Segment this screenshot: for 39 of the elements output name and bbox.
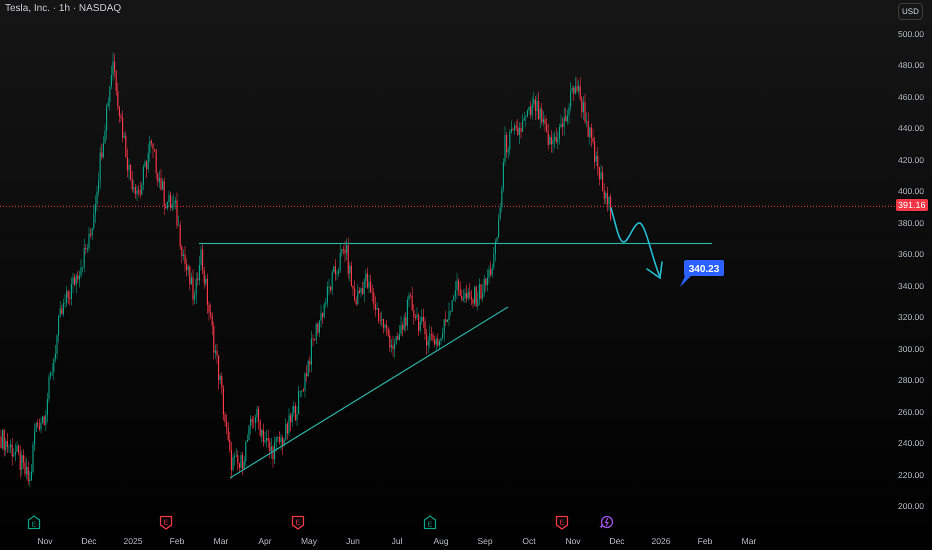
time-axis-label: Feb: [698, 536, 712, 546]
price-axis-label: 260.00: [898, 406, 924, 417]
time-axis-label: Nov: [37, 536, 53, 546]
price-axis-label: 420.00: [898, 154, 924, 165]
time-axis-label: Feb: [170, 536, 184, 546]
price-axis-label: 500.00: [898, 29, 924, 39]
lightning-icon[interactable]: [599, 515, 613, 530]
time-axis-label: Mar: [742, 536, 756, 546]
price-axis-label: 360.00: [898, 249, 924, 260]
time-axis-label: 2025: [124, 536, 142, 546]
currency-button[interactable]: USD: [898, 3, 923, 20]
time-axis-label: 2026: [652, 536, 670, 546]
price-axis-label: 300.00: [898, 344, 924, 354]
time-axis-label: Dec: [81, 536, 97, 546]
chart-title: Tesla, Inc. · 1h · NASDAQ: [5, 3, 122, 14]
time-axis-label: Nov: [565, 536, 581, 546]
price-axis-label: 460.00: [898, 92, 924, 102]
time-axis-label: Aug: [433, 536, 449, 546]
price-axis-label: 400.00: [898, 186, 924, 196]
price-axis-label: 200.00: [898, 501, 924, 512]
time-axis-label: Jul: [392, 536, 402, 546]
time-axis-label: Mar: [214, 536, 228, 546]
price-axis-label: 480.00: [898, 60, 924, 70]
time-axis-label: Apr: [258, 536, 272, 546]
time-axis-label: Dec: [609, 536, 625, 546]
time-axis-label: Sep: [477, 536, 493, 546]
callout-bubble: [680, 260, 724, 287]
time-axis-label: Jun: [346, 536, 360, 546]
price-axis-label: 340.00: [898, 280, 924, 291]
price-axis-label: 240.00: [898, 438, 924, 448]
time-axis-label: Oct: [522, 536, 536, 546]
price-axis-label: 440.00: [898, 123, 924, 134]
price-axis-label: 280.00: [898, 375, 924, 386]
price-axis-label: 380.00: [898, 218, 924, 228]
price-target-label: 340.23: [688, 264, 720, 275]
price-axis-label: 320.00: [898, 312, 924, 322]
time-axis-label: May: [300, 536, 318, 546]
last-price-label: 391.16: [896, 199, 928, 212]
price-axis-label: 220.00: [898, 470, 924, 480]
